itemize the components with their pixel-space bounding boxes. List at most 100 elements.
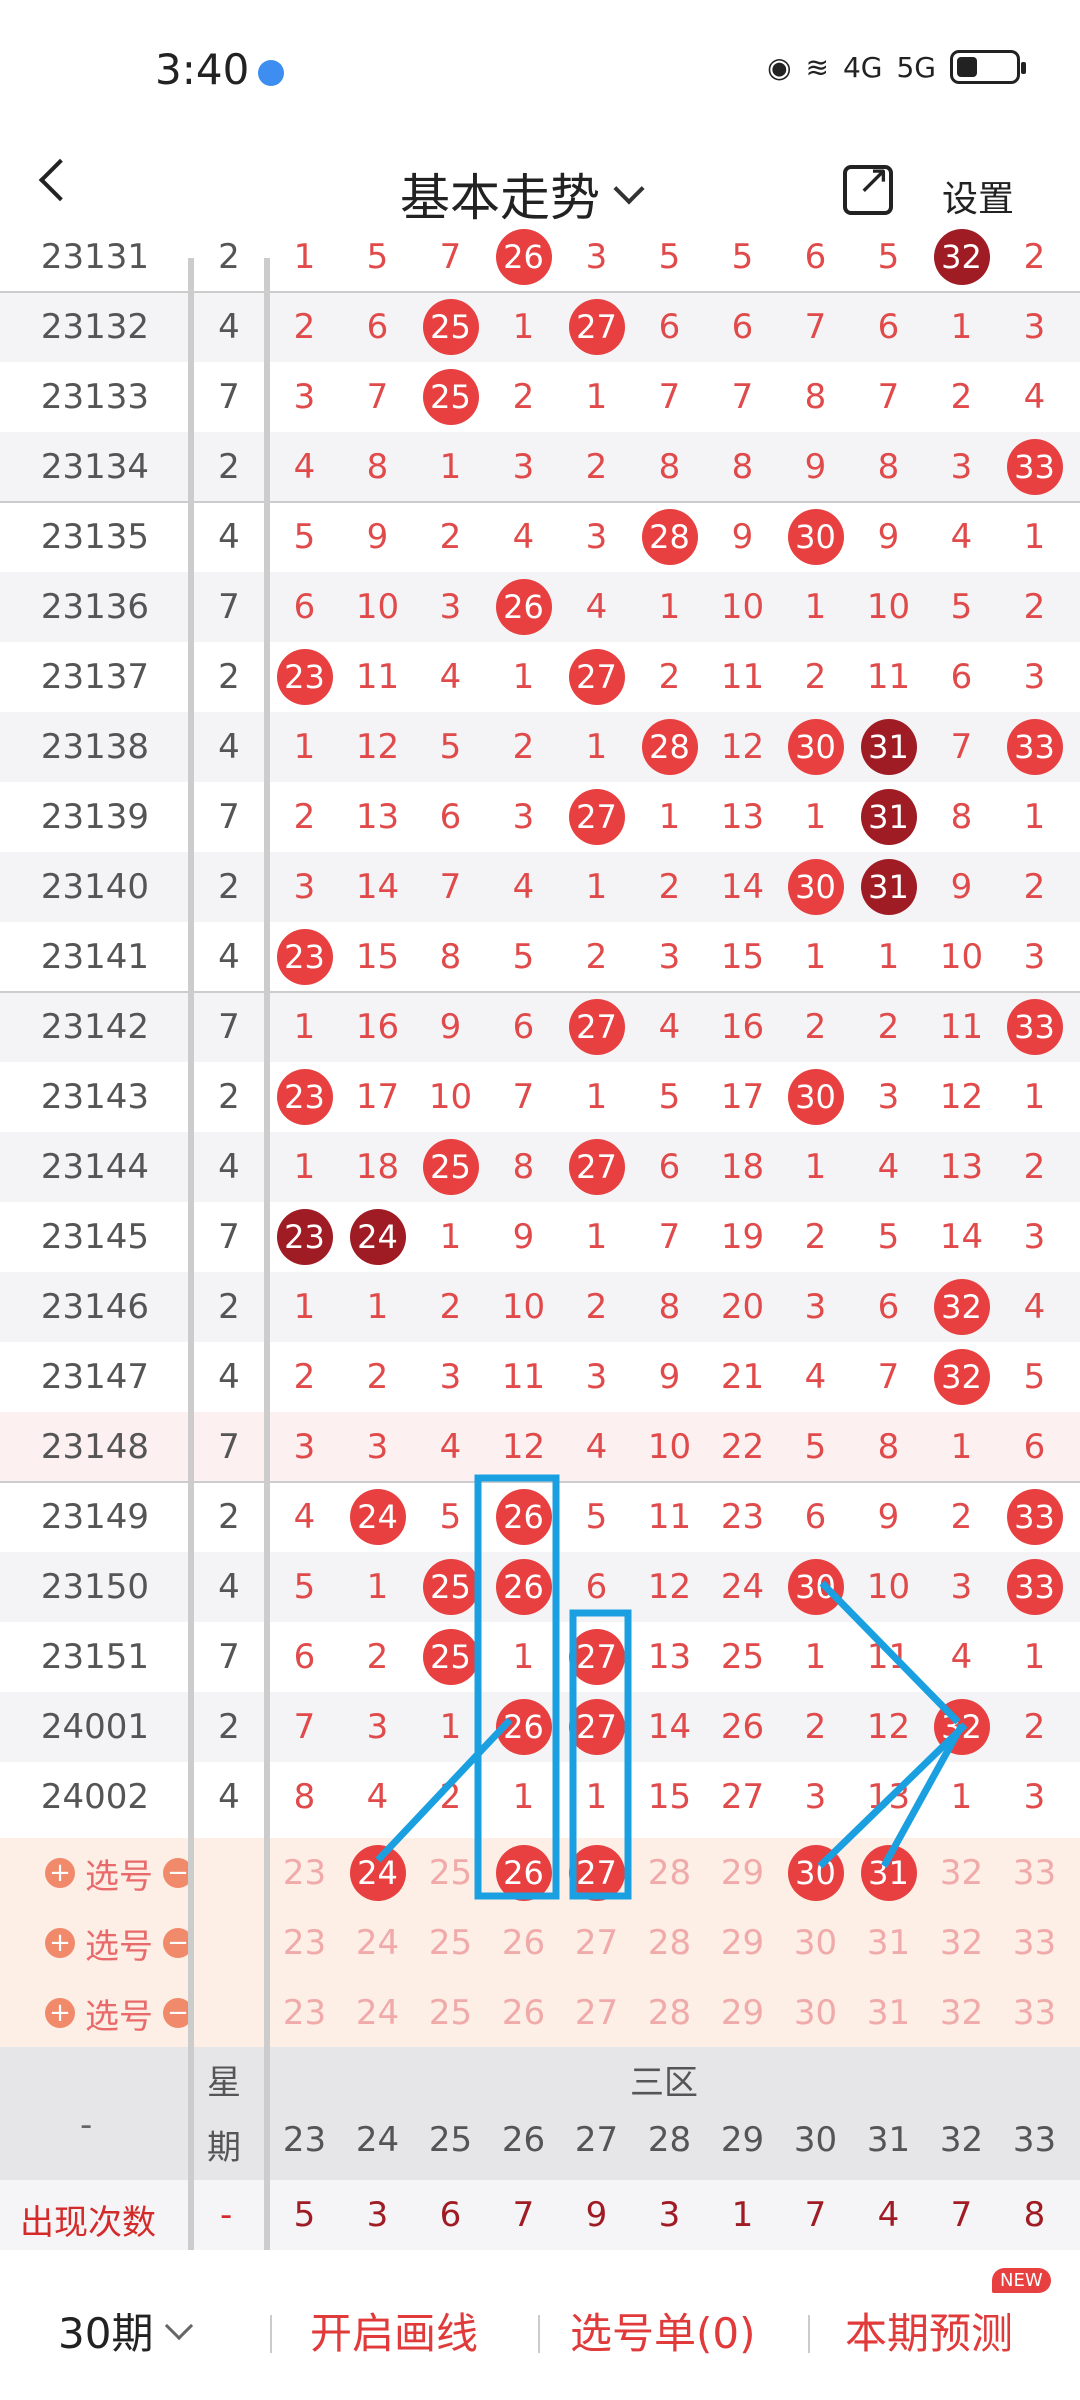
pick-number[interactable]: 27: [560, 1908, 633, 1978]
table-row: 24002 4 8 4 2 1 1 15 27 3 13 1 3: [0, 1762, 1080, 1832]
pick-number[interactable]: 32: [925, 1908, 998, 1978]
weekday-cell: 4: [218, 1357, 240, 1397]
number-cell: 6: [658, 307, 681, 347]
number-cell: 4: [439, 657, 462, 697]
number-cell: 10: [939, 937, 984, 977]
weekday-cell: 2: [218, 1287, 240, 1327]
pick-number[interactable]: 28: [633, 1978, 706, 2048]
number-cell: 14: [647, 1707, 692, 1747]
selected-ball[interactable]: 27: [568, 1844, 625, 1901]
number-cell: 6: [293, 1637, 316, 1677]
number-cell: 8: [439, 937, 462, 977]
pick-number[interactable]: 26: [487, 1908, 560, 1978]
number-cell: 5: [731, 237, 754, 277]
pick-number[interactable]: 25: [414, 1908, 487, 1978]
hit-ball: 30: [787, 508, 844, 565]
pick-number[interactable]: 24: [341, 1908, 414, 1978]
number-cell: 6: [439, 797, 462, 837]
number-cell: 1: [512, 307, 535, 347]
title-dropdown[interactable]: 基本走势: [400, 158, 645, 230]
weekday-cell: 2: [218, 1077, 240, 1117]
divider: [270, 2315, 272, 2353]
pick-number[interactable]: 33: [998, 1838, 1071, 1908]
number-cell: 3: [585, 517, 608, 557]
pick-number[interactable]: 26: [487, 1978, 560, 2048]
pick-number[interactable]: 28: [633, 1908, 706, 1978]
plus-icon[interactable]: +: [45, 1928, 75, 1958]
plus-icon[interactable]: +: [45, 1858, 75, 1888]
number-cell: 33: [998, 1482, 1071, 1552]
hit-ball: 25: [422, 298, 479, 355]
prediction-button[interactable]: 本期预测: [845, 2300, 1013, 2361]
chevron-down-icon: [613, 173, 645, 205]
weekday-cell: 2: [218, 237, 240, 277]
number-cell: 1: [585, 1777, 608, 1817]
pick-number[interactable]: 31: [852, 1978, 925, 2048]
count-cell: 4: [877, 2195, 900, 2235]
pick-number[interactable]: 33: [998, 1908, 1071, 1978]
period-number: 24001: [40, 1707, 150, 1747]
selected-ball[interactable]: 31: [860, 1844, 917, 1901]
selected-ball[interactable]: 24: [349, 1844, 406, 1901]
pick-number[interactable]: 30: [779, 1978, 852, 2048]
pick-number[interactable]: 30: [779, 1908, 852, 1978]
pick-number[interactable]: 29: [706, 1838, 779, 1908]
pick-row: + 选号 −23 24 25 26 27 28 29 30 31 32 33: [0, 1908, 1080, 1978]
period-selector[interactable]: 30期: [58, 2300, 194, 2361]
chevron-down-icon: [165, 2311, 194, 2340]
number-cell: 1: [585, 867, 608, 907]
pick-number[interactable]: 24: [341, 1838, 414, 1908]
settings-button[interactable]: 设置: [942, 170, 1014, 222]
pick-number[interactable]: 23: [268, 1978, 341, 2048]
period-number: 23145: [40, 1217, 150, 1257]
count-dash: -: [220, 2195, 233, 2235]
weekday-cell: 2: [218, 657, 240, 697]
number-cell: 1: [293, 727, 316, 767]
pick-number[interactable]: 27: [560, 1838, 633, 1908]
pick-number[interactable]: 31: [852, 1838, 925, 1908]
selection-list-button[interactable]: 选号单(0): [570, 2300, 756, 2361]
pick-number[interactable]: 23: [268, 1908, 341, 1978]
number-cell: 3: [1023, 937, 1046, 977]
pick-number[interactable]: 32: [925, 1838, 998, 1908]
hit-ball: 33: [1006, 998, 1063, 1055]
draw-line-button[interactable]: 开启画线: [310, 2300, 478, 2361]
pick-number[interactable]: 23: [268, 1838, 341, 1908]
number-cell: 30: [779, 1552, 852, 1622]
pick-number[interactable]: 29: [706, 1978, 779, 2048]
pick-number[interactable]: 33: [998, 1978, 1071, 2048]
number-cell: 2: [804, 657, 827, 697]
pick-number[interactable]: 32: [925, 1978, 998, 2048]
table-row: 23142 7 1 16 9 6 27 4 16 2 2 11 33: [0, 992, 1080, 1062]
plus-icon[interactable]: +: [45, 1998, 75, 2028]
number-cell: 20: [720, 1287, 765, 1327]
status-bar: 3:40 ◉ ≋ 4G 5G: [0, 0, 1080, 140]
number-cell: 26: [487, 572, 560, 642]
selected-ball[interactable]: 30: [787, 1844, 844, 1901]
weekday-cell: 4: [218, 1777, 240, 1817]
pick-number[interactable]: 24: [341, 1978, 414, 2048]
number-cell: 7: [804, 307, 827, 347]
hit-ball: 33: [1006, 718, 1063, 775]
number-cell: 5: [512, 937, 535, 977]
weekday-cell: 7: [218, 1217, 240, 1257]
pick-number[interactable]: 27: [560, 1978, 633, 2048]
hit-ball: 26: [495, 228, 552, 285]
pick-number[interactable]: 25: [414, 1978, 487, 2048]
number-cell: 1: [293, 237, 316, 277]
pick-number[interactable]: 26: [487, 1838, 560, 1908]
number-cell: 1: [1023, 1637, 1046, 1677]
selected-ball[interactable]: 26: [495, 1844, 552, 1901]
pick-number[interactable]: 30: [779, 1838, 852, 1908]
weekday-cell: 7: [218, 1007, 240, 1047]
number-cell: 30: [779, 502, 852, 572]
number-cell: 2: [512, 727, 535, 767]
column-header: 24: [355, 2120, 400, 2160]
pick-number[interactable]: 29: [706, 1908, 779, 1978]
pick-number[interactable]: 28: [633, 1838, 706, 1908]
number-cell: 9: [877, 1497, 900, 1537]
number-cell: 1: [658, 797, 681, 837]
share-icon[interactable]: [843, 157, 893, 215]
pick-number[interactable]: 25: [414, 1838, 487, 1908]
pick-number[interactable]: 31: [852, 1908, 925, 1978]
